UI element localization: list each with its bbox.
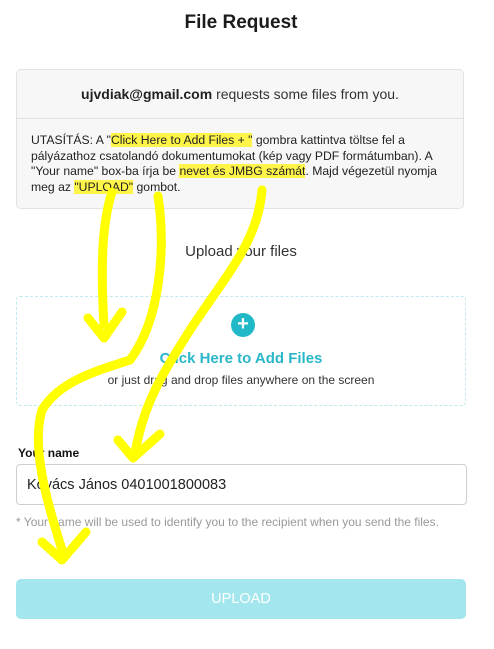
request-message: requests some files from you. bbox=[212, 86, 399, 102]
upload-button[interactable]: UPLOAD bbox=[16, 579, 466, 619]
requester-email: ujvdiak@gmail.com bbox=[81, 86, 213, 102]
file-dropzone[interactable]: + Click Here to Add Files or just drag a… bbox=[16, 296, 466, 406]
name-input[interactable] bbox=[16, 464, 467, 505]
name-hint: * Your name will be used to identify you… bbox=[16, 515, 439, 529]
instructions-text: UTASÍTÁS: A "Click Here to Add Files + "… bbox=[17, 119, 463, 195]
instructions-part-4: gombot. bbox=[133, 179, 181, 194]
instructions-highlight-upload: "UPLOAD" bbox=[74, 179, 134, 194]
annotation-arrow-2-head bbox=[37, 527, 91, 565]
add-files-link[interactable]: Click Here to Add Files bbox=[17, 350, 465, 367]
page-title: File Request bbox=[184, 12, 298, 33]
request-header: ujvdiak@gmail.com requests some files fr… bbox=[17, 70, 463, 119]
plus-circle-icon[interactable]: + bbox=[231, 313, 255, 337]
upload-heading: Upload your files bbox=[185, 243, 297, 260]
drag-drop-hint: or just drag and drop files anywhere on … bbox=[107, 373, 375, 387]
instructions-part-1: UTASÍTÁS: A " bbox=[31, 133, 111, 147]
instructions-highlight-add-files: Click Here to Add Files + " bbox=[110, 133, 253, 147]
instructions-highlight-name: nevet és JMBG számát bbox=[179, 164, 306, 178]
annotation-arrow-3-head bbox=[113, 429, 165, 463]
request-card: ujvdiak@gmail.com requests some files fr… bbox=[16, 69, 464, 209]
name-label: Your name bbox=[18, 446, 80, 460]
